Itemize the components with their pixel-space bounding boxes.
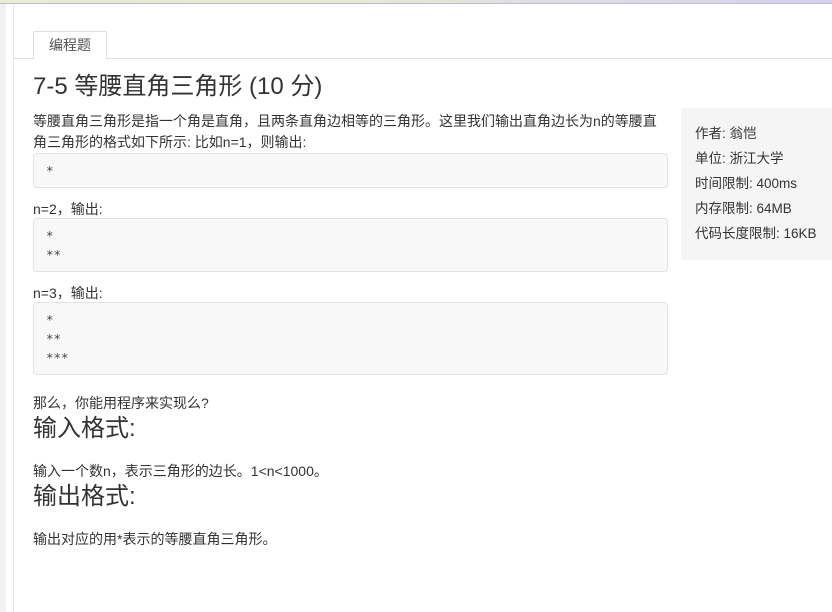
meta-code-length-limit: 代码长度限制: 16KB	[695, 226, 817, 241]
meta-author: 作者: 翁恺	[695, 126, 757, 141]
meta-organization: 单位: 浙江大学	[695, 151, 784, 166]
problem-body: 7-5 等腰直角三角形 (10 分) 等腰直角三角形是指一个角是直角，且两条直角…	[33, 72, 668, 550]
example-output-n2: * **	[33, 218, 668, 272]
output-format-text: 输出对应的用*表示的等腰直角三角形。	[33, 531, 277, 547]
output-format-heading: 输出格式:	[33, 483, 136, 510]
meta-time-limit: 时间限制: 400ms	[695, 176, 798, 191]
problem-description: 等腰直角三角形是指一个角是直角，且两条直角边相等的三角形。这里我们输出直角边长为…	[33, 113, 657, 150]
tab-bar: 编程题	[13, 30, 832, 59]
example-label-n2: n=2，输出:	[33, 201, 103, 217]
tab-programming-question[interactable]: 编程题	[33, 31, 107, 59]
meta-memory-limit: 内存限制: 64MB	[695, 201, 792, 216]
example-output-n1: *	[33, 153, 668, 188]
input-format-heading: 输入格式:	[33, 415, 136, 442]
input-format-text: 输入一个数n，表示三角形的边长。1<n<1000。	[33, 463, 328, 479]
problem-card: 编程题 7-5 等腰直角三角形 (10 分) 等腰直角三角形是指一个角是直角，且…	[13, 4, 832, 612]
page-left-margin	[0, 4, 6, 612]
example-label-n3: n=3，输出:	[33, 285, 103, 301]
example-output-n3: * ** ***	[33, 302, 668, 375]
problem-meta-panel: 作者: 翁恺 单位: 浙江大学 时间限制: 400ms 内存限制: 64MB 代…	[681, 108, 832, 260]
problem-title: 7-5 等腰直角三角形 (10 分)	[33, 73, 323, 100]
question-text: 那么，你能用程序来实现么?	[33, 395, 209, 411]
